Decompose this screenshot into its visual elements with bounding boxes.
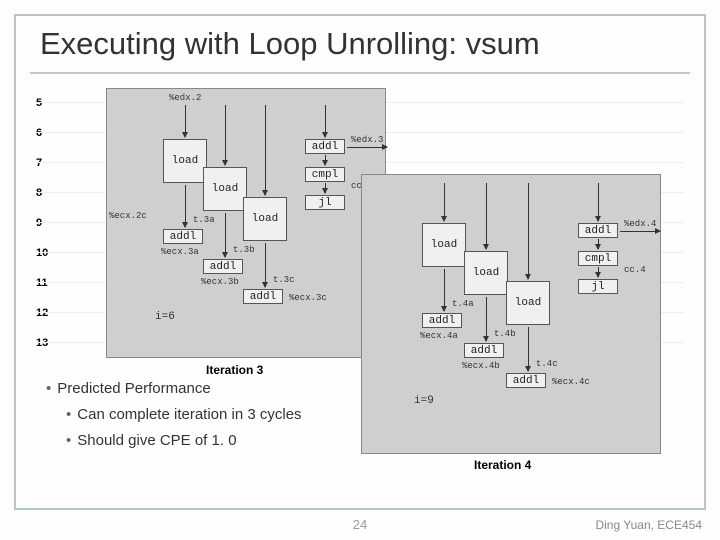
arrow	[185, 185, 186, 227]
cycle-12: 12	[36, 298, 96, 328]
page-title: Executing with Loop Unrolling: vsum	[40, 26, 540, 62]
bullet-2: •Can complete iteration in 3 cycles	[66, 404, 366, 426]
label-ecx3c: %ecx.3c	[289, 293, 327, 303]
label-i6: i=6	[155, 311, 175, 323]
iter3-caption: Iteration 3	[206, 363, 263, 377]
iteration-3-block: %edx.2 load load load addl %edx.3 cmpl c…	[106, 88, 386, 358]
arrow	[444, 183, 445, 221]
label-t3a: t.3a	[193, 215, 215, 225]
label-edx2: %edx.2	[169, 93, 201, 103]
label-cc4: cc.4	[624, 265, 646, 275]
box-addl: addl	[305, 139, 345, 154]
cycle-13: 13	[36, 328, 96, 358]
box-addl: addl	[203, 259, 243, 274]
arrow	[265, 105, 266, 195]
cycle-7: 7	[36, 148, 96, 178]
arrow	[347, 147, 387, 148]
cycle-10: 10	[36, 238, 96, 268]
arrow	[598, 267, 599, 277]
iteration-4-block: load load load addl %edx.4 cmpl cc.4 jl …	[361, 174, 661, 454]
box-load: load	[506, 281, 550, 325]
arrow	[325, 183, 326, 193]
cycle-numbers: 5 6 7 8 9 10 11 12 13	[36, 88, 96, 358]
bullet-2-text: Can complete iteration in 3 cycles	[77, 406, 301, 423]
label-edx3: %edx.3	[351, 135, 383, 145]
bullet-1-text: Predicted Performance	[57, 380, 210, 397]
arrow	[528, 327, 529, 371]
cycle-11: 11	[36, 268, 96, 298]
cycle-5: 5	[36, 88, 96, 118]
arrow	[444, 269, 445, 311]
footer-author: Ding Yuan, ECE454	[595, 518, 702, 532]
iter4-caption: Iteration 4	[474, 458, 531, 472]
arrow	[325, 155, 326, 165]
bullet-list: •Predicted Performance •Can complete ite…	[46, 378, 366, 455]
arrow	[185, 105, 186, 137]
arrow	[265, 243, 266, 287]
arrow	[598, 183, 599, 221]
label-ecx4a: %ecx.4a	[420, 331, 458, 341]
box-load: load	[243, 197, 287, 241]
box-addl: addl	[163, 229, 203, 244]
label-edx4: %edx.4	[624, 219, 656, 229]
box-addl: addl	[243, 289, 283, 304]
box-load: load	[464, 251, 508, 295]
label-i9: i=9	[414, 395, 434, 407]
arrow	[225, 213, 226, 257]
arrow	[620, 231, 660, 232]
cycle-6: 6	[36, 118, 96, 148]
label-ecx3a: %ecx.3a	[161, 247, 199, 257]
label-ecx3b: %ecx.3b	[201, 277, 239, 287]
box-load: load	[203, 167, 247, 211]
cycle-8: 8	[36, 178, 96, 208]
label-ecx2c: %ecx.2c	[109, 211, 147, 221]
arrow	[528, 183, 529, 279]
arrow	[598, 239, 599, 249]
arrow	[325, 105, 326, 137]
box-cmpl: cmpl	[578, 251, 618, 266]
box-jl: jl	[305, 195, 345, 210]
label-t3c: t.3c	[273, 275, 295, 285]
label-ecx4b: %ecx.4b	[462, 361, 500, 371]
box-load: load	[422, 223, 466, 267]
bullet-3-text: Should give CPE of 1. 0	[77, 432, 236, 449]
box-cmpl: cmpl	[305, 167, 345, 182]
cycle-9: 9	[36, 208, 96, 238]
arrow	[486, 297, 487, 341]
label-t3b: t.3b	[233, 245, 255, 255]
label-t4b: t.4b	[494, 329, 516, 339]
label-t4c: t.4c	[536, 359, 558, 369]
arrow	[225, 105, 226, 165]
label-ecx4c: %ecx.4c	[552, 377, 590, 387]
box-addl: addl	[506, 373, 546, 388]
bullet-1: •Predicted Performance	[46, 378, 366, 400]
box-load: load	[163, 139, 207, 183]
diagram: 5 6 7 8 9 10 11 12 13 %edx.2 load load l…	[36, 88, 684, 388]
arrow	[486, 183, 487, 249]
bullet-3: •Should give CPE of 1. 0	[66, 430, 366, 452]
box-jl: jl	[578, 279, 618, 294]
box-addl: addl	[464, 343, 504, 358]
box-addl: addl	[422, 313, 462, 328]
label-t4a: t.4a	[452, 299, 474, 309]
page-number: 24	[353, 517, 367, 532]
title-underline	[30, 72, 690, 74]
box-addl: addl	[578, 223, 618, 238]
